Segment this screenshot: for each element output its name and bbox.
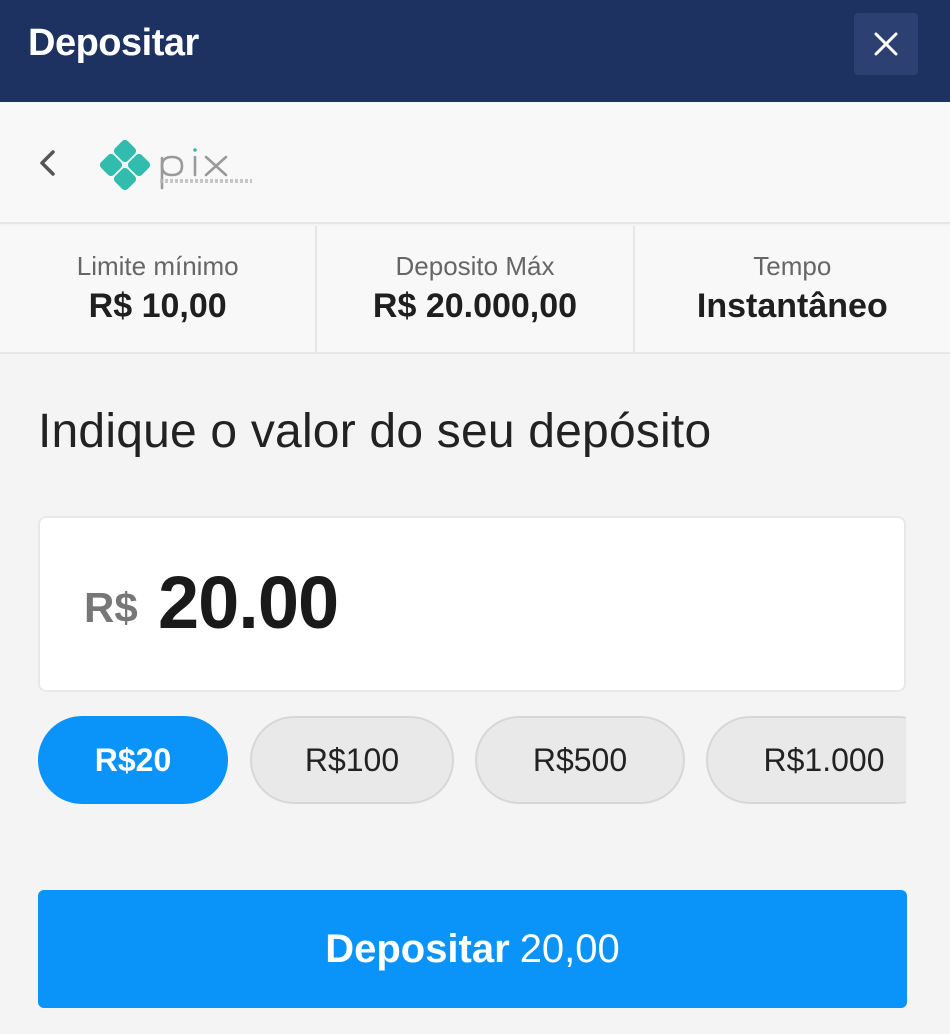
limits-row: Limite mínimo R$ 10,00 Deposito Máx R$ 2… bbox=[0, 226, 950, 354]
back-button[interactable] bbox=[28, 140, 68, 186]
modal-title: Depositar bbox=[28, 22, 199, 64]
quick-amount-chips: R$20 R$100 R$500 R$1.000 bbox=[38, 716, 906, 806]
currency-symbol: R$ bbox=[84, 584, 138, 631]
close-button[interactable] bbox=[854, 13, 918, 75]
pix-tagline bbox=[160, 179, 252, 183]
chip-500[interactable]: R$500 bbox=[475, 716, 685, 804]
payment-method-row bbox=[0, 102, 950, 224]
time-value: Instantâneo bbox=[696, 287, 888, 325]
pix-logo bbox=[99, 139, 228, 191]
deposit-modal: Depositar Limite mínimo R$ 10,00 Deposit… bbox=[0, 0, 950, 1034]
time-label: Tempo bbox=[753, 251, 832, 281]
chip-1000[interactable]: R$1.000 bbox=[706, 716, 906, 804]
time-cell: Tempo Instantâneo bbox=[635, 226, 950, 352]
deposit-button[interactable]: Depositar 20,00 bbox=[38, 890, 907, 1008]
modal-header: Depositar bbox=[0, 0, 950, 102]
amount-input[interactable]: R$ 20.00 bbox=[38, 516, 906, 692]
deposit-button-amount: 20,00 bbox=[519, 926, 620, 971]
amount-prompt: Indique o valor do seu depósito bbox=[38, 405, 712, 458]
deposit-button-label: Depositar bbox=[325, 926, 510, 971]
amount-value: 20.00 bbox=[158, 561, 339, 644]
max-deposit-cell: Deposito Máx R$ 20.000,00 bbox=[317, 226, 635, 352]
max-deposit-label: Deposito Máx bbox=[395, 251, 555, 281]
chevron-left-icon bbox=[40, 150, 55, 176]
max-deposit-value: R$ 20.000,00 bbox=[372, 287, 578, 325]
chip-100[interactable]: R$100 bbox=[250, 716, 454, 804]
min-limit-cell: Limite mínimo R$ 10,00 bbox=[0, 226, 318, 352]
min-limit-value: R$ 10,00 bbox=[88, 287, 227, 325]
close-icon bbox=[874, 32, 898, 56]
min-limit-label: Limite mínimo bbox=[76, 251, 239, 281]
chip-20[interactable]: R$20 bbox=[38, 716, 228, 804]
